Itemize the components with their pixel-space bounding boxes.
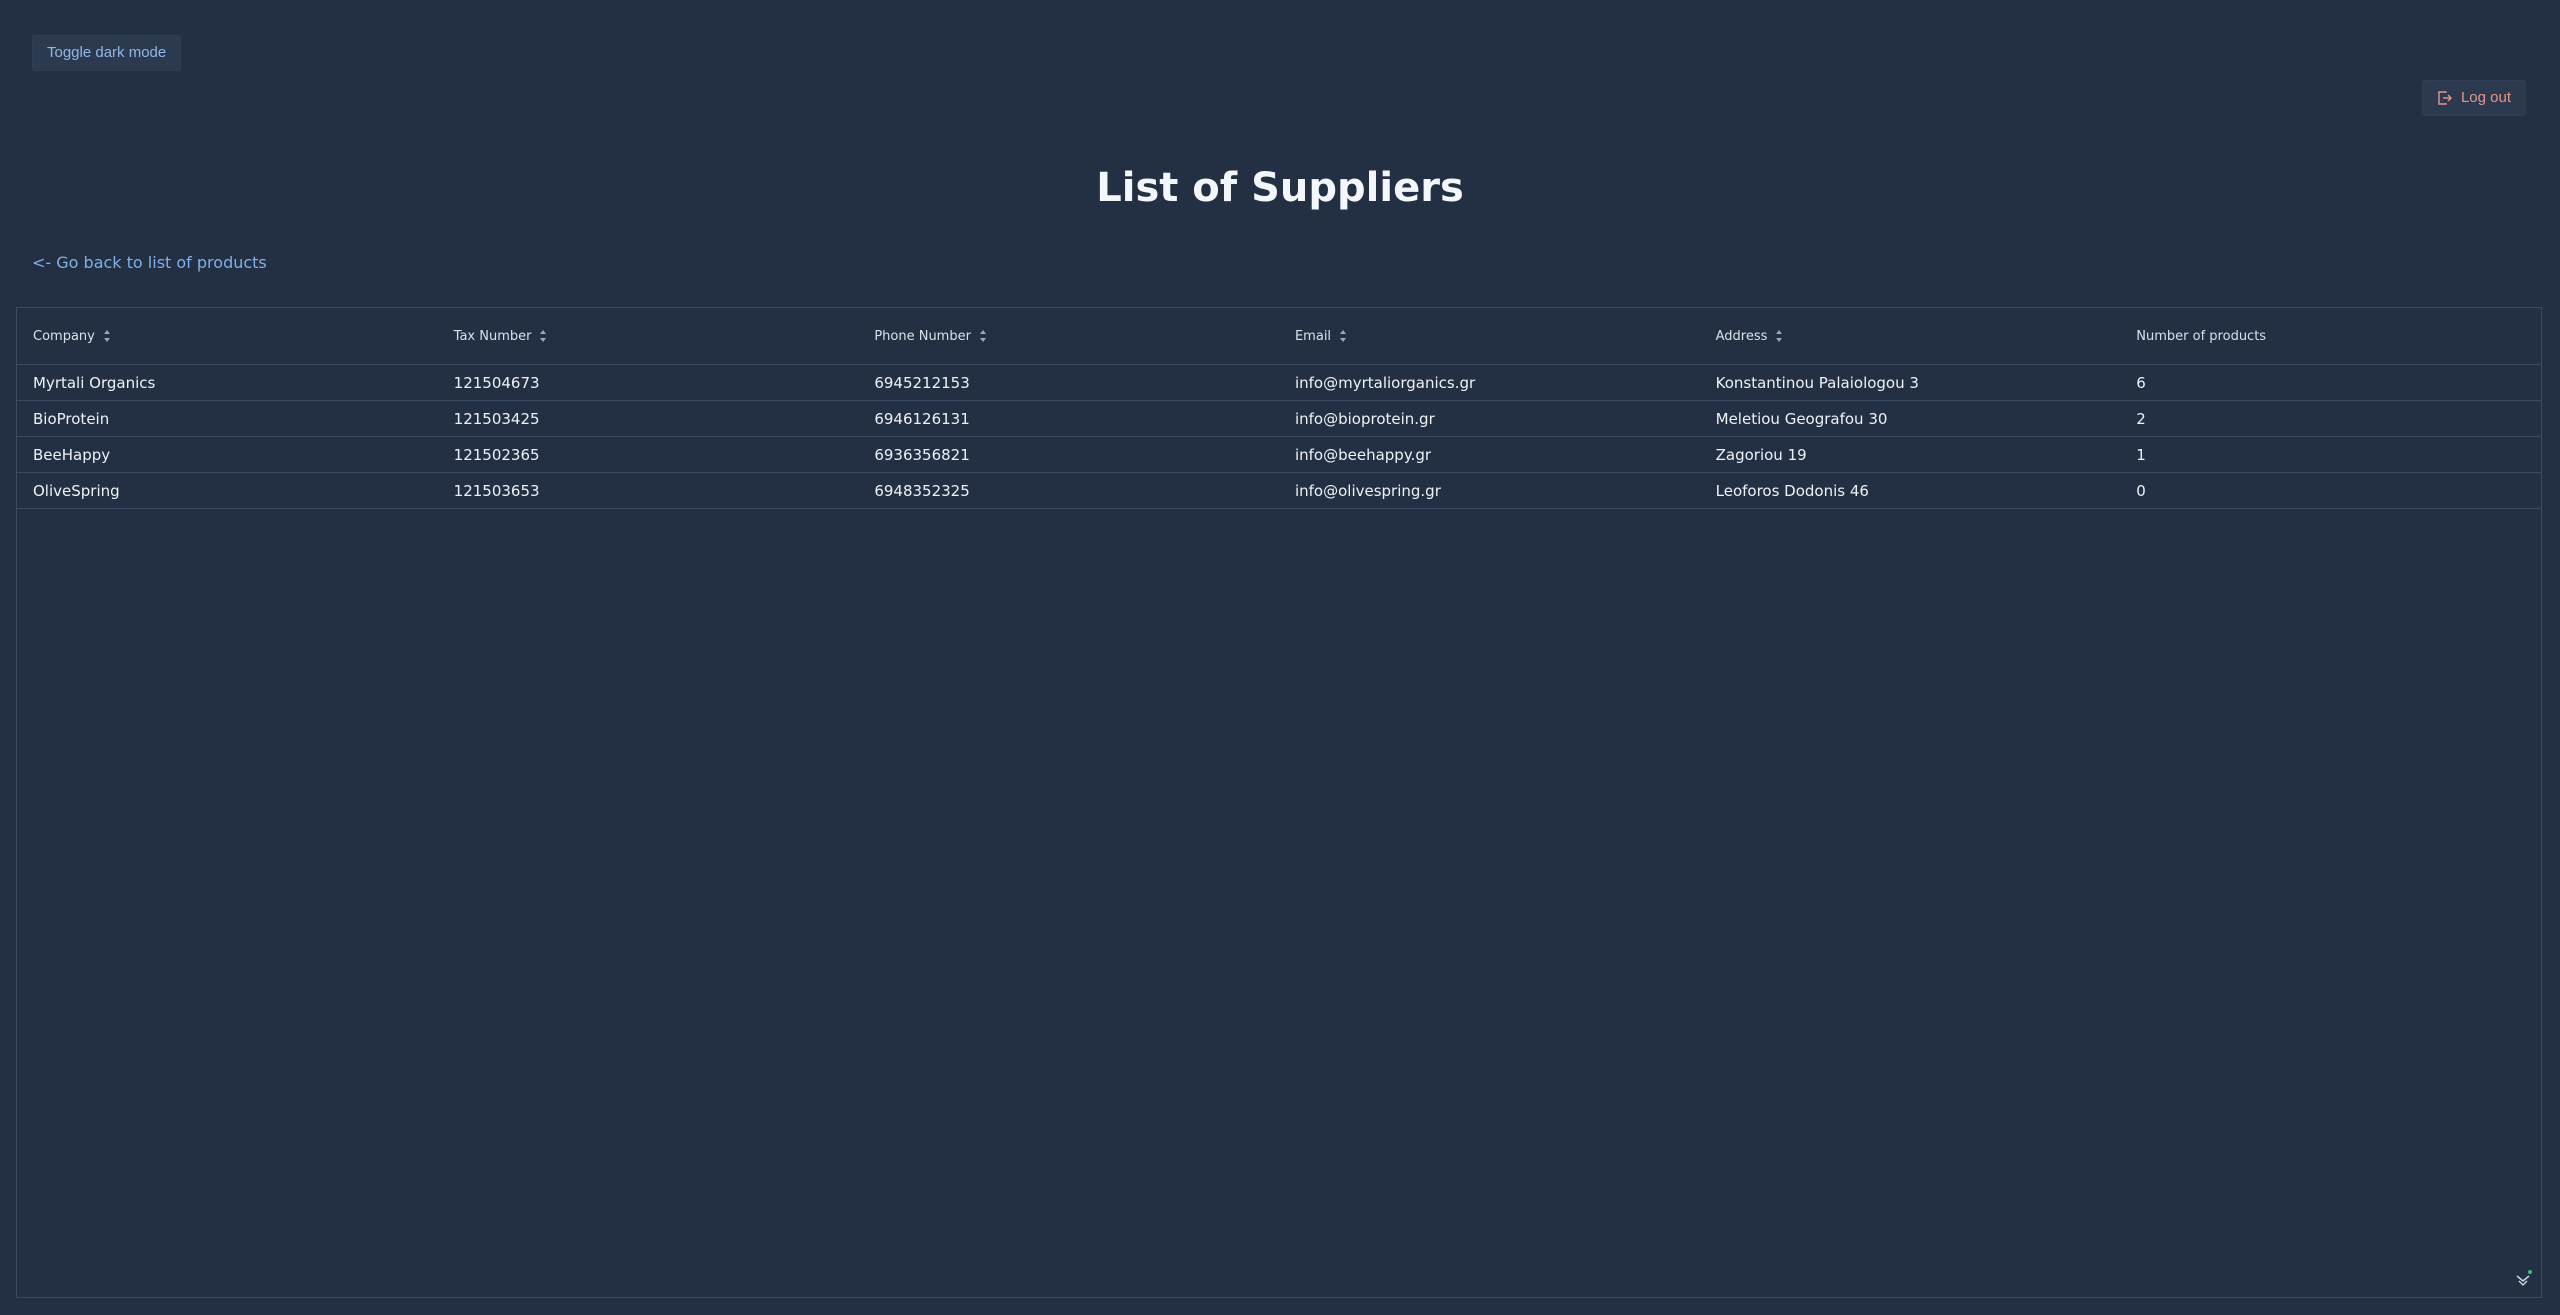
cell-address: Meletiou Geografou 30 (1699, 400, 2121, 437)
column-header-tax-number[interactable]: Tax Number (437, 308, 859, 365)
cell-company: BeeHappy (17, 436, 438, 473)
cell-email: info@beehappy.gr (1278, 436, 1700, 473)
column-label: Number of products (2136, 328, 2267, 344)
sort-icon[interactable] (103, 329, 111, 343)
logout-icon (2437, 90, 2453, 106)
logout-button[interactable]: Log out (2421, 80, 2526, 116)
column-label: Phone Number (874, 328, 971, 344)
cell-phone: 6936356821 (858, 436, 1279, 473)
cell-company: Myrtali Organics (17, 364, 438, 401)
column-header-number-of-products: Number of products (2120, 308, 2541, 365)
suppliers-table: Company Tax Number Phone Number Email Ad… (17, 308, 2541, 509)
table-row[interactable]: BeeHappy 121502365 6936356821 info@beeha… (17, 436, 2541, 473)
logout-label: Log out (2460, 89, 2511, 106)
table-row[interactable]: OliveSpring 121503653 6948352325 info@ol… (17, 472, 2541, 509)
cell-number-of-products: 2 (2120, 400, 2541, 437)
cell-email: info@olivespring.gr (1278, 472, 1700, 509)
table-row[interactable]: BioProtein 121503425 6946126131 info@bio… (17, 400, 2541, 437)
column-label: Tax Number (453, 328, 532, 344)
cell-tax-number: 121504673 (437, 364, 859, 401)
sort-icon[interactable] (539, 329, 547, 343)
cell-tax-number: 121503653 (437, 472, 859, 509)
cell-email: info@bioprotein.gr (1278, 400, 1700, 437)
column-label: Company (33, 328, 95, 344)
suppliers-table-container: Company Tax Number Phone Number Email Ad… (16, 307, 2542, 1298)
cell-address: Zagoriou 19 (1699, 436, 2121, 473)
page-title: List of Suppliers (1096, 165, 1464, 211)
cell-tax-number: 121503425 (437, 400, 859, 437)
column-header-company[interactable]: Company (17, 308, 438, 365)
cell-tax-number: 121502365 (437, 436, 859, 473)
column-label: Email (1294, 328, 1332, 344)
cell-phone: 6946126131 (858, 400, 1279, 437)
cell-phone: 6945212153 (858, 364, 1279, 401)
column-header-address[interactable]: Address (1699, 308, 2121, 365)
cell-number-of-products: 1 (2120, 436, 2541, 473)
column-label: Address (1715, 328, 1768, 344)
column-header-phone-number[interactable]: Phone Number (858, 308, 1279, 365)
column-header-email[interactable]: Email (1278, 308, 1700, 365)
toggle-dark-mode-button[interactable]: Toggle dark mode (32, 35, 182, 71)
sort-icon[interactable] (1339, 329, 1347, 343)
cell-number-of-products: 0 (2120, 472, 2541, 509)
cell-address: Leoforos Dodonis 46 (1699, 472, 2121, 509)
cell-number-of-products: 6 (2120, 364, 2541, 401)
table-header-row: Company Tax Number Phone Number Email Ad… (17, 308, 2541, 365)
sort-icon[interactable] (1775, 329, 1783, 343)
back-to-products-link[interactable]: <- Go back to list of products (32, 253, 267, 272)
cell-email: info@myrtaliorganics.gr (1278, 364, 1700, 401)
sort-icon[interactable] (979, 329, 987, 343)
cell-address: Konstantinou Palaiologou 3 (1699, 364, 2121, 401)
scroll-to-bottom-icon[interactable] (2513, 1269, 2533, 1289)
table-row[interactable]: Myrtali Organics 121504673 6945212153 in… (17, 364, 2541, 401)
cell-company: OliveSpring (17, 472, 438, 509)
cell-phone: 6948352325 (858, 472, 1279, 509)
cell-company: BioProtein (17, 400, 438, 437)
